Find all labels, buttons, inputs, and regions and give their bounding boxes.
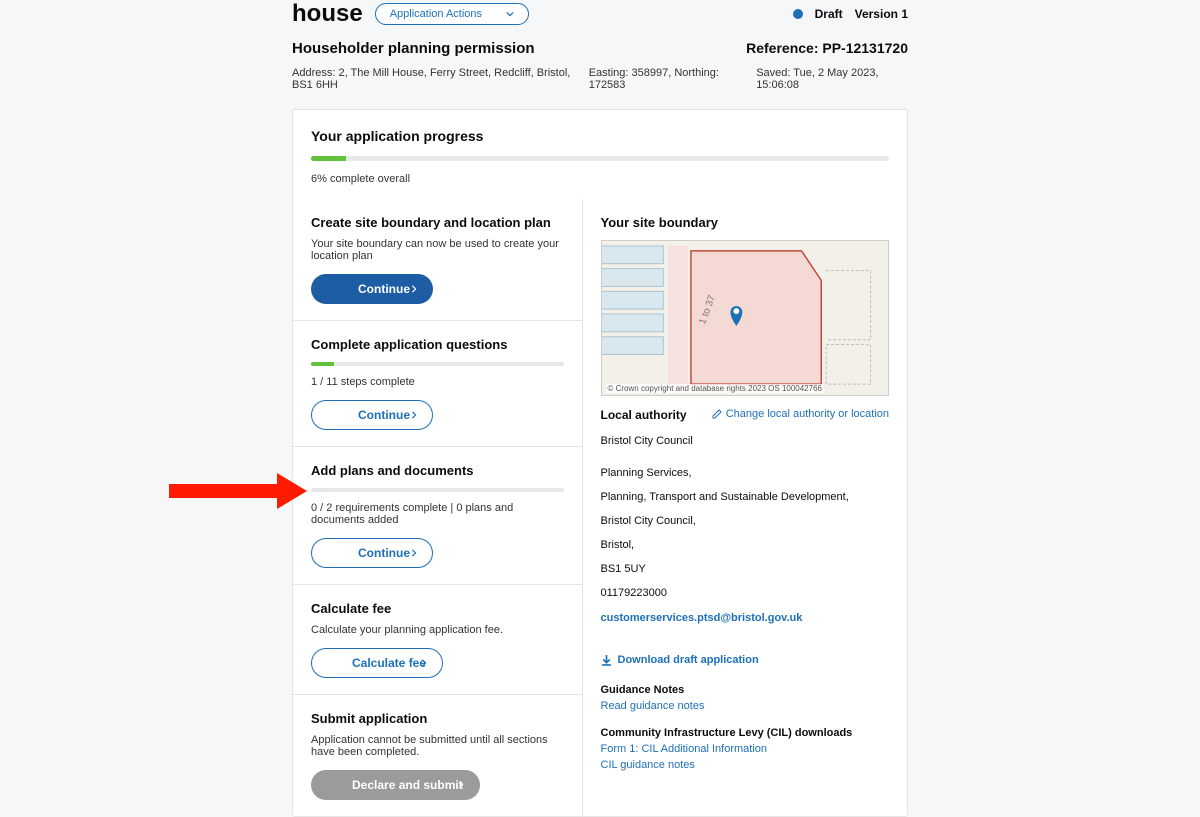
chevron-right-icon <box>410 549 418 557</box>
permission-title: Householder planning permission <box>292 40 535 57</box>
declare-submit-button: Declare and submit <box>311 770 480 800</box>
status-label: Draft <box>815 7 843 21</box>
local-authority-label: Local authority <box>601 408 687 422</box>
plans-title: Add plans and documents <box>311 463 564 478</box>
calculate-fee-button[interactable]: Calculate fee <box>311 648 443 678</box>
submit-title: Submit application <box>311 711 564 726</box>
edit-icon <box>712 409 722 419</box>
reference-number: Reference: PP-12131720 <box>746 40 908 56</box>
saved-text: Saved: Tue, 2 May 2023, 15:06:08 <box>756 67 908 91</box>
submit-desc: Application cannot be submitted until al… <box>311 734 564 758</box>
coordinates-text: Easting: 358997, Northing: 172583 <box>589 67 742 91</box>
download-draft-link[interactable]: Download draft application <box>601 654 759 666</box>
boundary-title: Create site boundary and location plan <box>311 215 564 230</box>
progress-bar <box>311 156 889 161</box>
map-svg: 1 to 37 <box>602 241 889 395</box>
questions-continue-button[interactable]: Continue <box>311 400 433 430</box>
boundary-continue-button[interactable]: Continue <box>311 274 433 304</box>
status-dot-icon <box>793 9 803 19</box>
questions-progress-text: 1 / 11 steps complete <box>311 376 564 388</box>
section-fee: Calculate fee Calculate your planning ap… <box>293 585 582 695</box>
authority-name: Bristol City Council <box>601 430 890 452</box>
guidance-notes-title: Guidance Notes <box>601 684 890 696</box>
authority-email-link[interactable]: customerservices.ptsd@bristol.gov.uk <box>601 612 890 624</box>
authority-addr-0: Planning Services, <box>601 462 890 484</box>
header: house Application Actions Draft Version … <box>292 0 908 28</box>
download-icon <box>601 655 612 666</box>
guidance-notes-link[interactable]: Read guidance notes <box>601 698 890 715</box>
progress-title: Your application progress <box>311 128 889 144</box>
site-boundary-map[interactable]: 1 to 37 © Crown copyright and database r… <box>601 240 890 396</box>
authority-phone: 01179223000 <box>601 582 890 604</box>
cil-guidance-link[interactable]: CIL guidance notes <box>601 757 890 774</box>
subheader: Householder planning permission Referenc… <box>292 40 908 57</box>
map-caption: © Crown copyright and database rights 20… <box>606 384 824 393</box>
fee-title: Calculate fee <box>311 601 564 616</box>
section-submit: Submit application Application cannot be… <box>293 695 582 816</box>
chevron-right-icon <box>457 781 465 789</box>
chevron-right-icon <box>410 285 418 293</box>
application-actions-button[interactable]: Application Actions <box>375 3 529 25</box>
chevron-right-icon <box>410 411 418 419</box>
change-authority-link[interactable]: Change local authority or location <box>712 408 889 420</box>
plans-progress-bar <box>311 488 564 492</box>
section-questions: Complete application questions 1 / 11 st… <box>293 321 582 447</box>
boundary-desc: Your site boundary can now be used to cr… <box>311 238 564 262</box>
progress-text: 6% complete overall <box>311 173 889 185</box>
authority-addr-4: BS1 5UY <box>601 558 890 580</box>
site-boundary-title: Your site boundary <box>601 215 890 230</box>
chevron-right-icon <box>420 659 428 667</box>
section-boundary: Create site boundary and location plan Y… <box>293 199 582 321</box>
cil-form1-link[interactable]: Form 1: CIL Additional Information <box>601 741 890 758</box>
app-title: house <box>292 0 363 28</box>
address-text: Address: 2, The Mill House, Ferry Street… <box>292 67 589 91</box>
fee-desc: Calculate your planning application fee. <box>311 624 564 636</box>
version-label: Version 1 <box>855 7 908 21</box>
cil-title: Community Infrastructure Levy (CIL) down… <box>601 727 890 739</box>
authority-addr-3: Bristol, <box>601 534 890 556</box>
progress-card: Your application progress 6% complete ov… <box>292 109 908 199</box>
plans-progress-text: 0 / 2 requirements complete | 0 plans an… <box>311 502 564 526</box>
chevron-down-icon <box>506 10 514 18</box>
plans-continue-button[interactable]: Continue <box>311 538 433 568</box>
authority-addr-1: Planning, Transport and Sustainable Deve… <box>601 486 890 508</box>
questions-title: Complete application questions <box>311 337 564 352</box>
progress-bar-fill <box>311 156 346 161</box>
questions-progress-bar <box>311 362 564 366</box>
meta-row: Address: 2, The Mill House, Ferry Street… <box>292 67 908 91</box>
section-plans: Add plans and documents 0 / 2 requiremen… <box>293 447 582 585</box>
callout-arrow <box>169 473 279 487</box>
actions-label: Application Actions <box>390 8 482 20</box>
authority-addr-2: Bristol City Council, <box>601 510 890 532</box>
